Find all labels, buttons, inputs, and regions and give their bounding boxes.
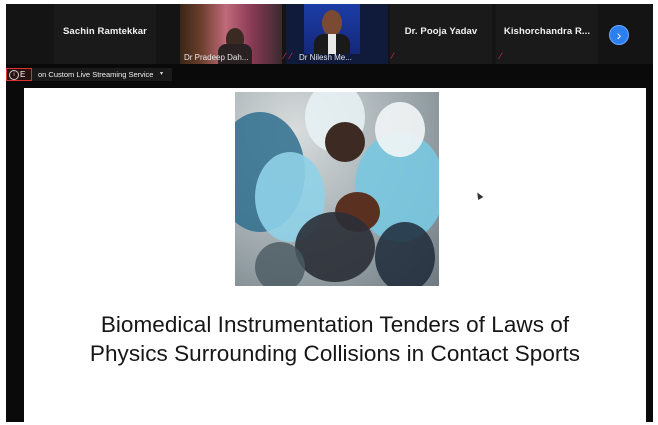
- next-participants-button[interactable]: ›: [609, 25, 629, 45]
- chevron-down-icon[interactable]: ▾: [160, 68, 163, 81]
- shared-screen-slide: Biomedical Instrumentation Tenders of La…: [24, 88, 646, 422]
- zoom-window: Sachin Ramtekkar Dr Pradeep Dah... ⁄ Dr …: [6, 4, 653, 422]
- participant-name: Sachin Ramtekkar: [63, 26, 147, 37]
- participant-name: Dr. Pooja Yadav: [404, 26, 478, 37]
- participant-tile-sachin[interactable]: Sachin Ramtekkar: [54, 4, 156, 64]
- participant-name: Kishorchandra R...: [503, 26, 591, 37]
- slide-title: Biomedical Instrumentation Tenders of La…: [24, 310, 646, 368]
- slide-photo: [235, 92, 439, 286]
- recording-letter: E: [20, 70, 26, 79]
- slide-title-line: Physics Surrounding Collisions in Contac…: [89, 341, 581, 366]
- info-icon[interactable]: i: [9, 70, 19, 80]
- participant-tile-nilesh[interactable]: ⁄ Dr Nilesh Me...: [286, 4, 388, 64]
- participant-name: Dr Pradeep Dah...: [184, 53, 249, 62]
- muted-mic-icon: ⁄: [290, 51, 292, 61]
- live-streaming-bar[interactable]: i E on Custom Live Streaming Service ▾: [6, 68, 172, 81]
- participant-name: Dr Nilesh Me...: [299, 53, 352, 62]
- muted-mic-icon: ⁄: [392, 51, 394, 61]
- slide-title-line: Biomedical Instrumentation Tenders of La…: [100, 312, 570, 337]
- participant-tile-kishor[interactable]: Kishorchandra R... ⁄: [496, 4, 598, 64]
- mouse-cursor-icon: [474, 190, 484, 201]
- participant-tile-pooja[interactable]: Dr. Pooja Yadav ⁄: [390, 4, 492, 64]
- live-streaming-label: on Custom Live Streaming Service: [38, 70, 154, 79]
- participant-tile-pradeep[interactable]: Dr Pradeep Dah...: [180, 4, 282, 64]
- muted-mic-icon: ⁄: [284, 51, 286, 61]
- muted-mic-icon: ⁄: [500, 51, 502, 61]
- participant-strip: Sachin Ramtekkar Dr Pradeep Dah... ⁄ Dr …: [6, 4, 653, 64]
- recording-indicator[interactable]: i E: [6, 68, 32, 81]
